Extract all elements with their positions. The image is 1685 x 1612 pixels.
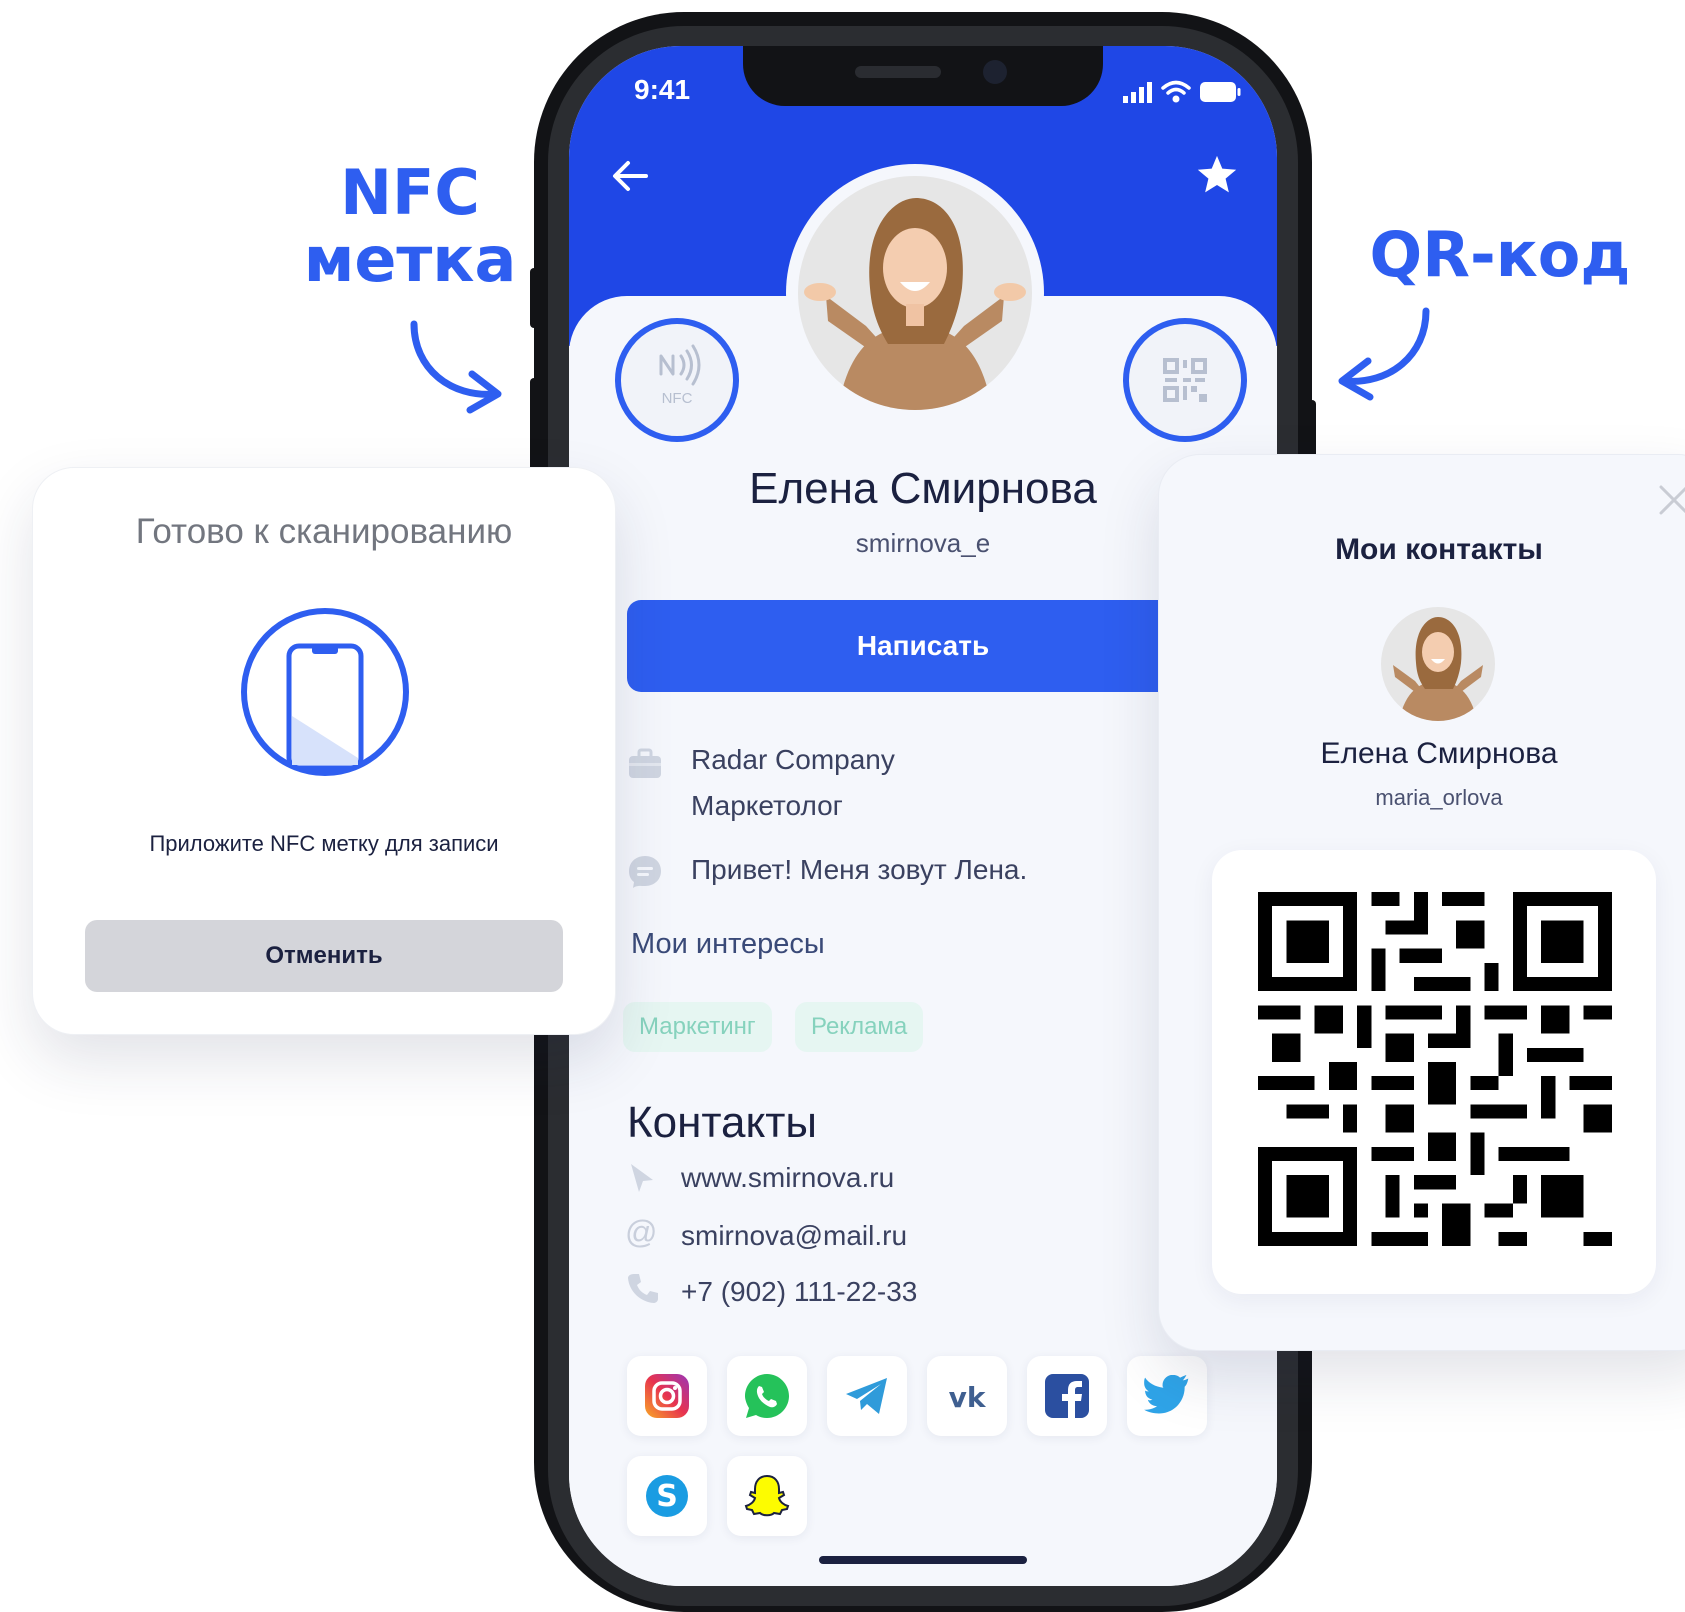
svg-text:vk: vk <box>949 1381 987 1412</box>
phone-number[interactable]: +7 (902) 111-22-33 <box>681 1276 917 1308</box>
nfc-icon <box>659 344 701 386</box>
website-link[interactable]: www.smirnova.ru <box>681 1162 894 1194</box>
instagram-button[interactable] <box>627 1356 707 1436</box>
qr-button[interactable] <box>1123 318 1247 442</box>
telegram-button[interactable] <box>827 1356 907 1436</box>
at-sign-icon: @ <box>625 1214 658 1250</box>
phone-scan-icon <box>241 608 409 776</box>
svg-text:S: S <box>656 1479 678 1514</box>
briefcase-icon <box>629 748 661 778</box>
status-time: 9:41 <box>634 74 691 105</box>
cancel-button[interactable]: Отменить <box>85 920 563 992</box>
front-camera <box>983 60 1007 84</box>
nfc-badge-label: NFC <box>661 390 693 407</box>
facebook-icon <box>1045 1374 1089 1419</box>
twitter-button[interactable] <box>1127 1356 1207 1436</box>
phone-icon <box>628 1274 658 1303</box>
instagram-icon <box>645 1374 689 1418</box>
nfc-annotation: NFC метка <box>295 156 525 296</box>
nfc-button[interactable]: NFC <box>615 318 739 442</box>
qr-popup-title: Мои контакты <box>1335 533 1543 566</box>
avatar <box>786 164 1044 422</box>
wifi-icon <box>1161 80 1191 103</box>
favorite-star-icon[interactable] <box>1195 154 1239 196</box>
write-button[interactable]: Написать <box>627 600 1219 692</box>
profile-bio: Привет! Меня зовут Лена. <box>691 854 1028 885</box>
snapchat-icon <box>744 1474 790 1517</box>
interest-tag[interactable]: Реклама <box>795 1002 924 1052</box>
qr-code-icon <box>1163 358 1207 402</box>
nfc-scan-popup: Готово к сканированию Приложите NFC метк… <box>32 467 616 1035</box>
signal-icon <box>1123 82 1152 103</box>
cursor-icon <box>631 1164 653 1192</box>
nfc-popup-title: Готово к сканированию <box>135 512 513 551</box>
avatar-photo <box>798 176 1032 410</box>
home-indicator <box>819 1556 1027 1564</box>
qr-popup-name: Елена Смирнова <box>1320 737 1558 770</box>
nfc-annotation-line2: метка <box>303 222 517 296</box>
facebook-button[interactable] <box>1027 1356 1107 1436</box>
qr-code <box>1258 892 1612 1246</box>
back-arrow-icon[interactable] <box>610 158 650 194</box>
whatsapp-button[interactable] <box>727 1356 807 1436</box>
nfc-annotation-line1: NFC <box>340 156 480 229</box>
skype-icon: S <box>646 1475 688 1517</box>
vk-button[interactable]: vk <box>927 1356 1007 1436</box>
vk-icon: vk <box>949 1381 987 1412</box>
nfc-arrow-icon <box>410 320 502 414</box>
snapchat-button[interactable] <box>727 1456 807 1536</box>
close-icon[interactable] <box>1657 483 1685 517</box>
email-link[interactable]: smirnova@mail.ru <box>681 1220 907 1252</box>
qr-popup-username: maria_orlova <box>1375 785 1503 810</box>
whatsapp-icon <box>745 1374 789 1418</box>
job-title: Маркетолог <box>691 790 843 821</box>
interests-title: Мои интересы <box>631 928 825 960</box>
nfc-popup-instruction: Приложите NFC метку для записи <box>149 831 499 856</box>
qr-arrow-icon <box>1338 307 1430 401</box>
skype-button[interactable]: S <box>627 1456 707 1536</box>
telegram-icon <box>846 1378 887 1414</box>
speaker-grill <box>855 66 941 78</box>
phone-notch <box>743 46 1103 106</box>
chat-bubble-icon <box>629 856 661 888</box>
qr-code-card <box>1212 850 1656 1294</box>
battery-icon <box>1200 82 1241 102</box>
qr-avatar <box>1381 607 1495 721</box>
company-name: Radar Company <box>691 744 895 775</box>
twitter-icon <box>1144 1375 1189 1414</box>
qr-annotation: QR-код <box>1369 218 1631 291</box>
contacts-title: Контакты <box>627 1098 818 1147</box>
interest-tag[interactable]: Маркетинг <box>623 1002 772 1052</box>
